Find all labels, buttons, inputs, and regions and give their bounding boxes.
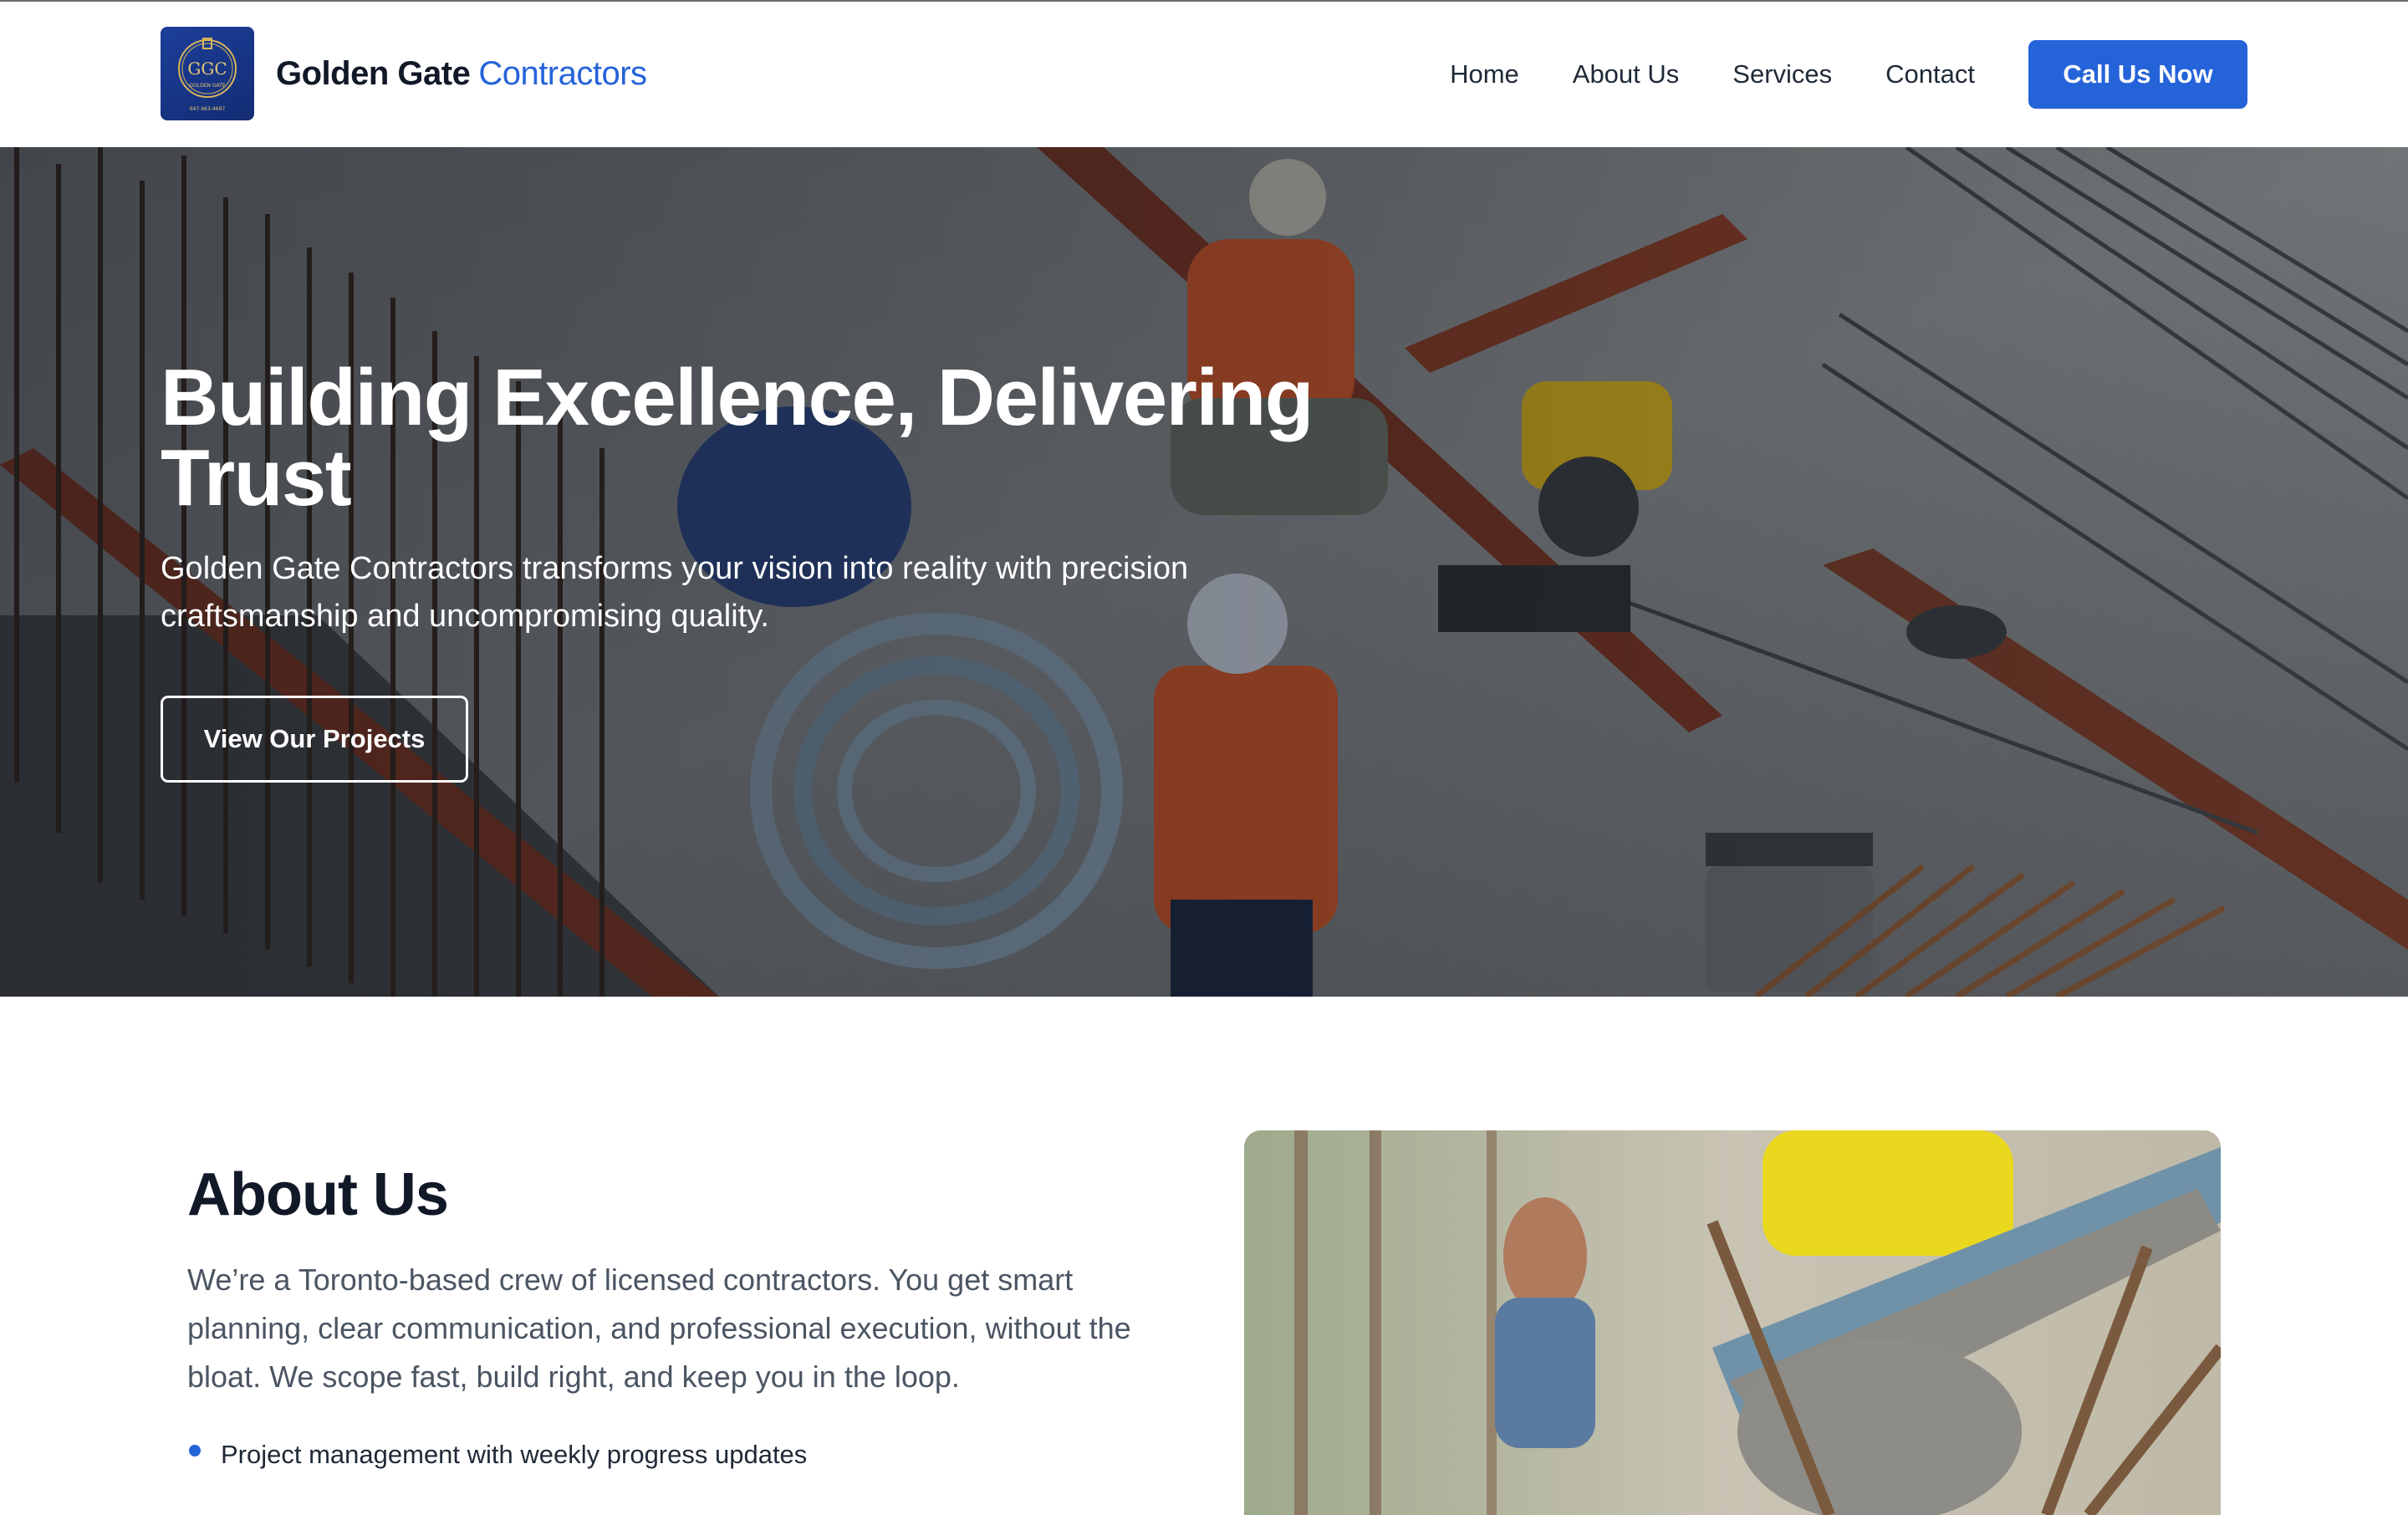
svg-text:GOLDEN GATE: GOLDEN GATE	[189, 83, 225, 89]
nav-link-services[interactable]: Services	[1732, 59, 1832, 89]
brand-primary-text: Golden Gate	[276, 54, 471, 92]
ggc-logo-icon: GGC GOLDEN GATE 647-963-4697	[161, 27, 254, 120]
site-header: GGC GOLDEN GATE 647-963-4697 Golden Gate…	[0, 2, 2408, 147]
call-us-now-button[interactable]: Call Us Now	[2028, 40, 2247, 109]
hero-title: Building Excellence, Delivering Trust	[161, 353, 1314, 523]
hero-section: Building Excellence, Delivering Trust Go…	[0, 147, 2408, 997]
list-item: Project management with weekly progress …	[187, 1438, 807, 1472]
nav-link-home[interactable]: Home	[1450, 59, 1519, 89]
about-bullet-text: Project management with weekly progress …	[221, 1440, 808, 1469]
main-nav: Home About Us Services Contact Call Us N…	[1450, 2, 2247, 147]
brand-accent-text: Contractors	[478, 54, 647, 92]
about-description: We’re a Toronto-based crew of licensed c…	[187, 1262, 1131, 1394]
svg-text:647-963-4697: 647-963-4697	[190, 106, 226, 112]
bullet-dot-icon	[189, 1445, 201, 1456]
hero-subtitle: Golden Gate Contractors transforms your …	[161, 551, 1189, 634]
brand-name: Golden Gate Contractors	[276, 55, 647, 93]
about-title: About Us	[187, 1161, 449, 1228]
about-feature-list: Project management with weekly progress …	[187, 1438, 807, 1472]
svg-text:GGC: GGC	[187, 59, 227, 79]
concrete-pouring-photo	[1244, 1130, 2221, 1515]
nav-link-contact[interactable]: Contact	[1885, 59, 1975, 89]
brand-logo-link[interactable]: GGC GOLDEN GATE 647-963-4697 Golden Gate…	[161, 27, 647, 120]
nav-link-about-us[interactable]: About Us	[1573, 59, 1680, 89]
about-section: About Us We’re a Toronto-based crew of l…	[0, 997, 2408, 1515]
view-our-projects-button[interactable]: View Our Projects	[161, 696, 468, 783]
